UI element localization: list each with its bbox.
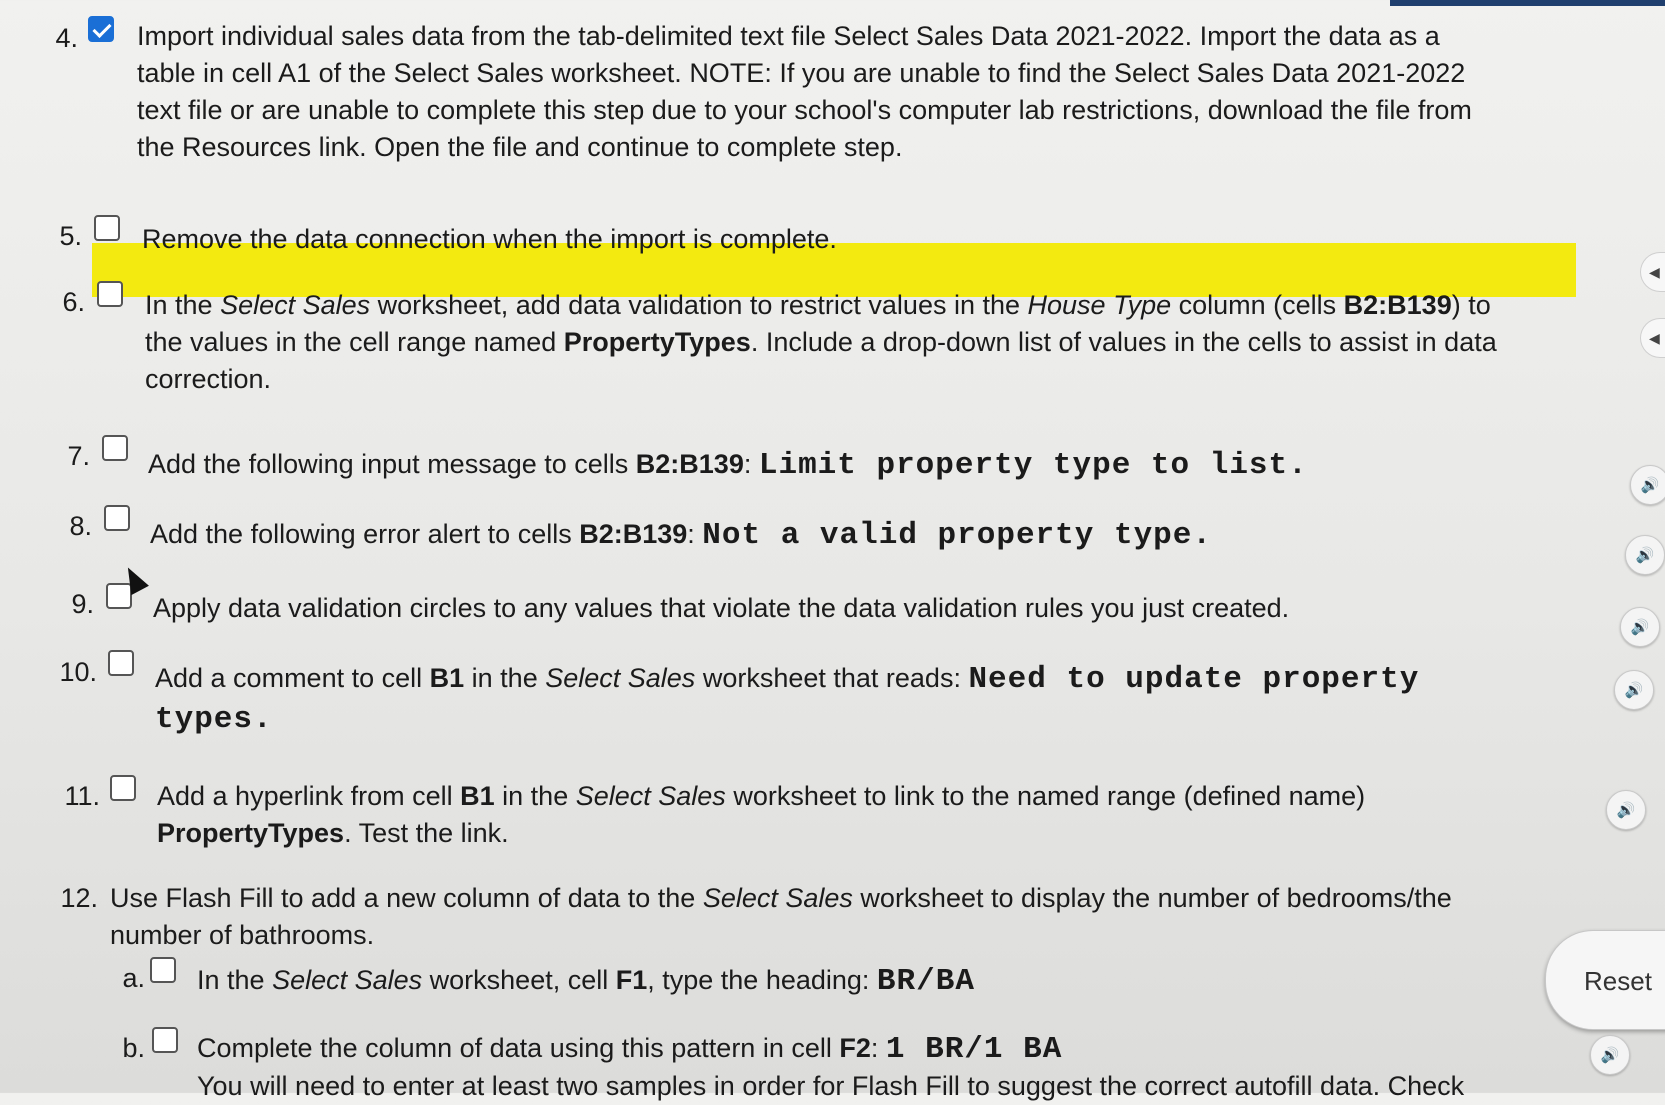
text: Add a comment to cell [155, 663, 430, 693]
text: in the [464, 663, 546, 693]
step-4-text: Import individual sales data from the ta… [137, 18, 1472, 166]
text: ) to [1451, 290, 1491, 320]
text: In the [197, 965, 273, 995]
cell-ref: B1 [429, 663, 465, 693]
text: Add the following input message to cells [148, 449, 636, 479]
text: Add a hyperlink from cell [157, 781, 461, 811]
step-12-text: Use Flash Fill to add a new column of da… [110, 880, 1452, 954]
step-4-number: 4. [55, 23, 78, 53]
cell-range: B2:B139 [1343, 290, 1452, 320]
range-name: PropertyTypes [157, 818, 345, 848]
step-12b-checkbox[interactable] [152, 1027, 178, 1053]
step-8-number: 8. [69, 511, 92, 541]
text: in the [494, 781, 576, 811]
text: : [743, 449, 759, 479]
step-5-text: Remove the data connection when the impo… [142, 224, 837, 254]
worksheet-name: Select Sales [220, 290, 371, 320]
worksheet-name: Select Sales [545, 663, 696, 693]
step-7-text: Add the following input message to cells… [148, 446, 1308, 484]
speaker-icon[interactable]: 🔊 [1614, 670, 1654, 710]
step-6-number: 6. [62, 287, 85, 317]
column-name: House Type [1027, 290, 1172, 320]
speaker-icon[interactable]: 🔊 [1630, 465, 1665, 505]
pattern-text: 1 BR/1 BA [885, 1032, 1063, 1067]
step-4-line-4: the Resources link. Open the file and co… [137, 132, 903, 162]
step-4-checkbox[interactable] [88, 16, 114, 42]
heading-text: BR/BA [876, 964, 975, 999]
step-8-checkbox[interactable] [104, 505, 130, 531]
step-4-line-1: Import individual sales data from the ta… [137, 21, 1440, 51]
text: worksheet to display the number of bedro… [852, 883, 1452, 913]
text: worksheet to link to the named range (de… [725, 781, 1366, 811]
step-12a-text: In the Select Sales worksheet, cell F1, … [197, 962, 975, 1000]
step-10-text: Add a comment to cell B1 in the Select S… [155, 660, 1419, 738]
step-11-checkbox[interactable] [110, 775, 136, 801]
text: Complete the column of data using this p… [197, 1033, 840, 1063]
comment-text: types. [155, 702, 273, 737]
reset-button[interactable]: Reset [1545, 930, 1665, 1030]
step-10-checkbox[interactable] [108, 650, 134, 676]
step-7-checkbox[interactable] [102, 435, 128, 461]
step-6-checkbox[interactable] [97, 281, 123, 307]
range-name: PropertyTypes [563, 327, 751, 357]
text: , type the heading: [647, 965, 877, 995]
step-9-text: Apply data validation circles to any val… [153, 593, 1290, 623]
chevron-left-icon[interactable]: ◀ [1640, 318, 1665, 358]
step-12a-checkbox[interactable] [150, 957, 176, 983]
error-alert-text: Not a valid property type. [702, 518, 1212, 553]
step-10-number: 10. [59, 657, 97, 687]
speaker-icon[interactable]: 🔊 [1620, 607, 1660, 647]
chevron-left-icon[interactable]: ◀ [1640, 252, 1665, 292]
top-accent-bar [1390, 0, 1665, 6]
worksheet-name: Select Sales [702, 883, 853, 913]
step-11-text: Add a hyperlink from cell B1 in the Sele… [157, 778, 1365, 852]
cell-ref: B1 [460, 781, 495, 811]
step-7-number: 7. [67, 441, 90, 471]
cell-range: B2:B139 [579, 519, 688, 549]
text: correction. [145, 364, 272, 394]
text: . Test the link. [344, 818, 509, 848]
worksheet-name: Select Sales [575, 781, 726, 811]
step-12b-label: b. [122, 1033, 145, 1063]
text: number of bathrooms. [110, 920, 375, 950]
text: In the [145, 290, 221, 320]
step-5-number: 5. [59, 221, 82, 251]
step-12a-label: a. [122, 963, 145, 993]
input-message-text: Limit property type to list. [758, 448, 1308, 483]
step-11-number: 11. [64, 781, 100, 811]
speaker-icon[interactable]: 🔊 [1590, 1035, 1630, 1075]
worksheet-name: Select Sales [272, 965, 423, 995]
speaker-icon[interactable]: 🔊 [1606, 790, 1646, 830]
text: worksheet, add data validation to restri… [370, 290, 1028, 320]
text: : [687, 519, 703, 549]
text: . Include a drop-down list of values in … [750, 327, 1497, 357]
step-5-checkbox[interactable] [94, 215, 120, 241]
step-12-number: 12. [60, 883, 98, 913]
step-6-text: In the Select Sales worksheet, add data … [145, 287, 1497, 398]
text: Add the following error alert to cells [150, 519, 580, 549]
text: Use Flash Fill to add a new column of da… [110, 883, 703, 913]
step-12b-text: Complete the column of data using this p… [197, 1030, 1464, 1105]
text: You will need to enter at least two samp… [197, 1071, 1465, 1101]
text: worksheet, cell [422, 965, 616, 995]
step-4-line-3: text file or are unable to complete this… [137, 95, 1472, 125]
text: worksheet that reads: [695, 663, 969, 693]
step-9-number: 9. [71, 589, 94, 619]
step-4-line-2: table in cell A1 of the Select Sales wor… [137, 58, 1466, 88]
speaker-icon[interactable]: 🔊 [1625, 535, 1665, 575]
cell-ref: F1 [615, 965, 648, 995]
step-8-text: Add the following error alert to cells B… [150, 516, 1212, 554]
comment-text: Need to update property [968, 662, 1420, 697]
text: the values in the cell range named [145, 327, 564, 357]
text: : [870, 1033, 886, 1063]
cell-range: B2:B139 [635, 449, 744, 479]
text: column (cells [1171, 290, 1344, 320]
cell-ref: F2 [839, 1033, 871, 1063]
